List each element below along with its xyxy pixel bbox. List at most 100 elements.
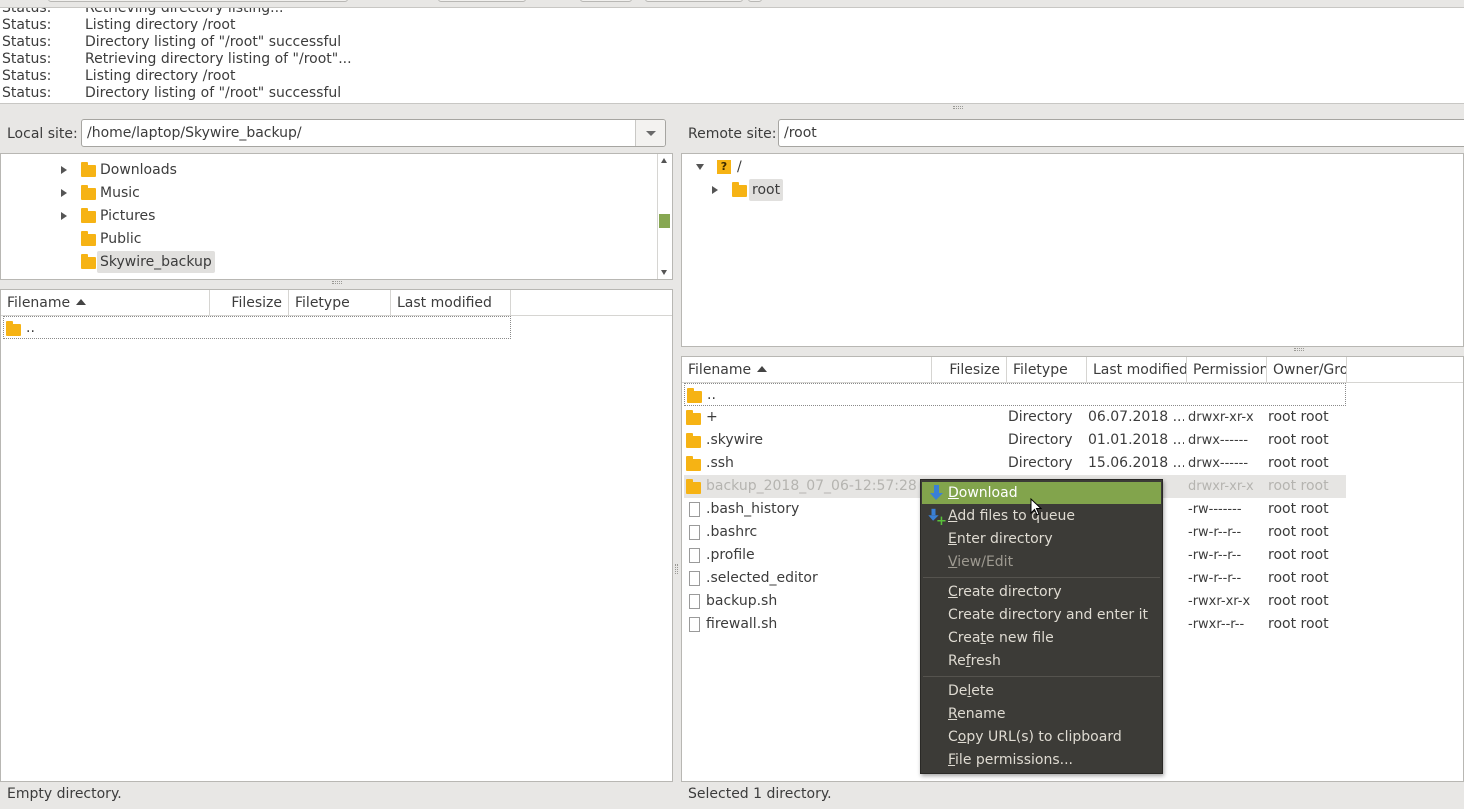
remote-path-combo[interactable]: /root <box>778 119 1464 147</box>
local-tree-scrollbar[interactable] <box>657 154 671 279</box>
remote-splitter[interactable] <box>681 347 1464 355</box>
column-permission[interactable]: Permission <box>1187 357 1267 383</box>
toolbar-dropdown[interactable] <box>748 0 762 2</box>
tree-item-label: Skywire_backup <box>97 251 215 273</box>
message-log[interactable]: Status: Retrieving directory listing... St… <box>0 7 1464 104</box>
folder-icon <box>686 456 701 471</box>
column-last-modified[interactable]: Last modified <box>1087 357 1187 383</box>
toolbar <box>0 0 1464 7</box>
column-filetype[interactable]: Filetype <box>289 290 391 316</box>
log-splitter[interactable] <box>0 104 1464 112</box>
file-name: .profile <box>706 547 755 563</box>
log-entry-message: Listing directory /root <box>85 68 236 84</box>
file-owner: root root <box>1268 455 1329 471</box>
menu-item-copy-url-s-to-clipboard[interactable]: Copy URL(s) to clipboard <box>922 726 1161 748</box>
file-row[interactable]: + Directory 06.07.2018 ... drwxr-xr-x root r… <box>684 406 1346 429</box>
scroll-thumb[interactable] <box>659 214 670 228</box>
menu-item-create-directory-and-enter-it[interactable]: Create directory and enter it <box>922 604 1161 626</box>
file-name: .bashrc <box>706 524 758 540</box>
parent-directory-row[interactable]: .. <box>3 316 511 339</box>
toolbar-field[interactable] <box>580 0 632 2</box>
local-path-dropdown-button[interactable] <box>635 120 665 146</box>
log-entry-message: Listing directory /root <box>85 17 236 33</box>
file-owner: root root <box>1268 432 1329 448</box>
file-row[interactable]: .ssh Directory 15.06.2018 ... drwx------ roo… <box>684 452 1346 475</box>
local-list-header: Filename Filesize Filetype Last modified <box>1 290 672 316</box>
column-owner-group[interactable]: Owner/Gro <box>1267 357 1347 383</box>
log-entry: Status: Retrieving directory listing of "… <box>2 51 352 68</box>
file-icon <box>689 571 700 586</box>
tree-item-root[interactable]: root <box>692 179 992 201</box>
file-name: firewall.sh <box>706 616 778 632</box>
log-entry: Status: Listing directory /root <box>2 17 235 34</box>
folder-icon <box>81 185 96 200</box>
remote-list-header: Filename Filesize Filetype Last modified… <box>682 357 1463 383</box>
toolbar-button[interactable] <box>645 0 743 2</box>
menu-item-rename[interactable]: Rename <box>922 703 1161 725</box>
tree-item-pictures[interactable]: Pictures <box>1 205 641 227</box>
tree-item-downloads[interactable]: Downloads <box>1 159 641 181</box>
expand-icon[interactable] <box>61 166 67 174</box>
tree-item-public[interactable]: Public <box>1 228 641 250</box>
column-filesize[interactable]: Filesize <box>932 357 1007 383</box>
column-filename[interactable]: Filename <box>682 357 932 383</box>
file-row[interactable]: .skywire Directory 01.01.2018 ... drwx-----… <box>684 429 1346 452</box>
folder-icon <box>6 321 21 336</box>
local-directory-tree[interactable]: Downloads Music Pictures Public Skywire_back… <box>0 153 673 280</box>
menu-item-delete[interactable]: Delete <box>922 680 1161 702</box>
column-filesize[interactable]: Filesize <box>210 290 289 316</box>
file-permission: -rw-r--r-- <box>1188 525 1242 540</box>
menu-item-create-new-file[interactable]: Create new file <box>922 627 1161 649</box>
parent-directory-row[interactable]: .. <box>684 383 1346 406</box>
local-file-list[interactable]: Filename Filesize Filetype Last modified… <box>0 289 673 782</box>
file-owner: root root <box>1268 524 1329 540</box>
file-owner: root root <box>1268 409 1329 425</box>
expand-icon[interactable] <box>61 189 67 197</box>
column-filetype[interactable]: Filetype <box>1007 357 1087 383</box>
local-splitter[interactable] <box>0 280 673 288</box>
file-name: + <box>706 409 718 425</box>
log-entry-label: Status: <box>2 34 52 50</box>
tree-item-music[interactable]: Music <box>1 182 641 204</box>
file-icon <box>689 502 700 517</box>
log-entry-label: Status: <box>2 68 52 84</box>
file-name: backup.sh <box>706 593 778 609</box>
toolbar-field[interactable] <box>48 0 348 2</box>
expand-icon[interactable] <box>712 186 718 194</box>
menu-item-refresh[interactable]: Refresh <box>922 650 1161 672</box>
log-entry: Status: Directory listing of "/root" succ… <box>2 34 341 51</box>
column-filename[interactable]: Filename <box>1 290 210 316</box>
tree-item-root-slash[interactable]: ? / <box>692 156 992 178</box>
folder-icon <box>81 231 96 246</box>
local-path-value[interactable]: /home/laptop/Skywire_backup/ <box>87 125 302 141</box>
log-entry-label: Status: <box>2 17 52 33</box>
file-permission: -rw-r--r-- <box>1188 571 1242 586</box>
scroll-down-icon[interactable] <box>661 270 667 275</box>
scroll-up-icon[interactable] <box>661 158 667 163</box>
remote-path-value[interactable]: /root <box>784 125 817 141</box>
file-permission: drwx------ <box>1188 456 1249 471</box>
remote-status: Selected 1 directory. <box>681 782 1464 806</box>
menu-item-create-directory[interactable]: Create directory <box>922 581 1161 603</box>
file-name: .selected_editor <box>706 570 818 586</box>
folder-icon <box>732 182 747 197</box>
tree-item-label: Pictures <box>100 208 156 224</box>
remote-directory-tree[interactable]: ? / root <box>681 153 1464 347</box>
menu-item-file-permissions[interactable]: File permissions... <box>922 749 1161 771</box>
tree-item-skywire_backup[interactable]: Skywire_backup <box>1 251 641 273</box>
menu-item-enter-directory[interactable]: Enter directory <box>922 528 1161 550</box>
vertical-splitter[interactable] <box>673 112 681 809</box>
menu-item-view-edit[interactable]: View/Edit <box>922 551 1161 573</box>
tree-item-label: Downloads <box>100 162 177 178</box>
file-owner: root root <box>1268 593 1329 609</box>
log-entry-message: Directory listing of "/root" successful <box>85 34 342 50</box>
file-name: backup_2018_07_06-12:57:28 <box>706 478 917 494</box>
file-name: .skywire <box>706 432 764 448</box>
column-last-modified[interactable]: Last modified <box>391 290 511 316</box>
local-path-combo[interactable]: /home/laptop/Skywire_backup/ <box>81 119 666 147</box>
expand-icon[interactable] <box>61 212 67 220</box>
expand-open-icon[interactable] <box>696 164 704 170</box>
file-permission: -rwxr--r-- <box>1188 617 1245 632</box>
toolbar-field[interactable] <box>438 0 526 2</box>
file-type: Directory <box>1008 432 1073 448</box>
